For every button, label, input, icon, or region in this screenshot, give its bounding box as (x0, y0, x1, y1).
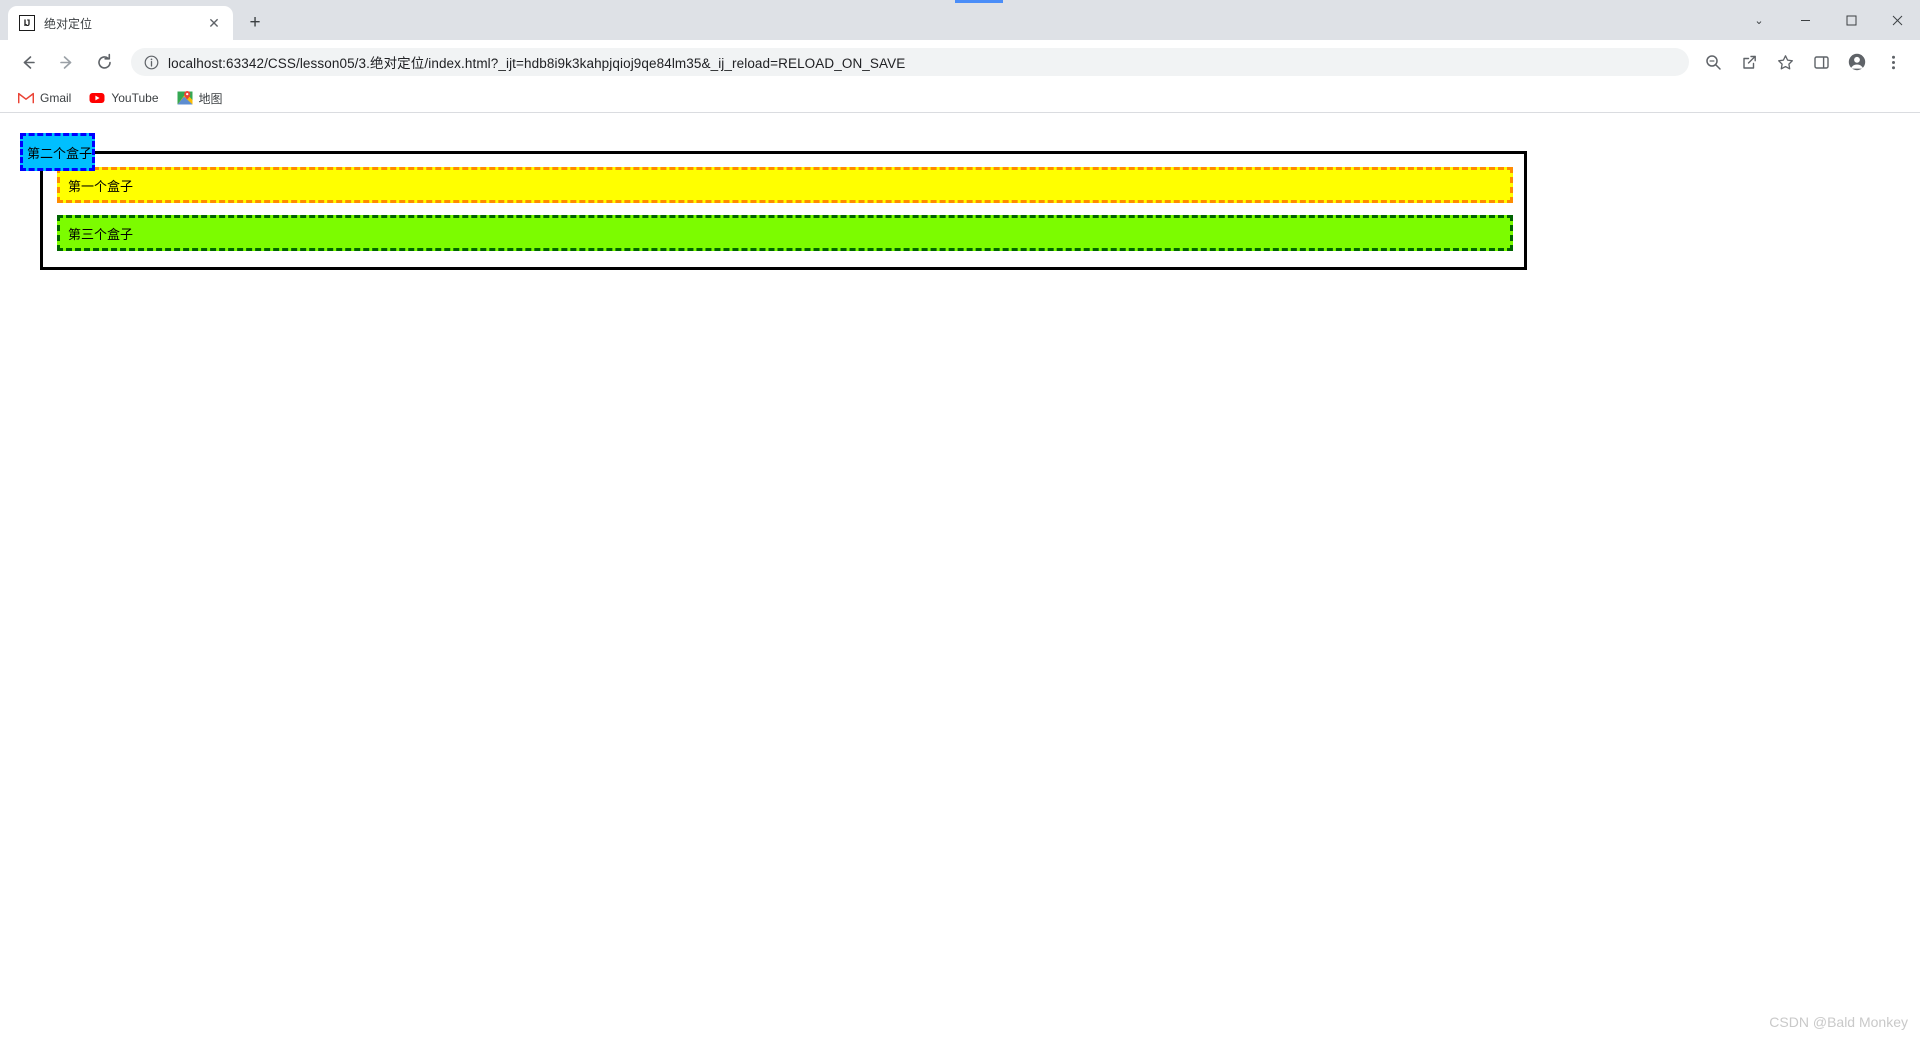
google-maps-icon (177, 90, 193, 106)
tab-strip: IJ 绝对定位 ✕ + ⌄ (0, 0, 1920, 40)
window-top-accent (955, 0, 1003, 3)
browser-toolbar: localhost:63342/CSS/lesson05/3.绝对定位/inde… (0, 40, 1920, 84)
maximize-button[interactable] (1828, 4, 1874, 36)
browser-tab[interactable]: IJ 绝对定位 ✕ (8, 6, 233, 40)
box-second-label: 第二个盒子 (27, 145, 93, 161)
kebab-menu-icon (1891, 55, 1895, 69)
bookmark-star-icon[interactable] (1771, 48, 1799, 76)
maximize-icon (1846, 15, 1856, 25)
side-panel-icon[interactable] (1807, 48, 1835, 76)
box-third: 第三个盒子 (57, 215, 1513, 251)
box-first-label: 第一个盒子 (68, 178, 134, 194)
forward-arrow-icon (59, 55, 71, 69)
new-tab-button[interactable]: + (241, 9, 269, 37)
tab-title: 绝对定位 (44, 16, 93, 31)
profile-avatar-icon[interactable] (1843, 48, 1871, 76)
bookmark-youtube[interactable]: YouTube (81, 86, 166, 110)
chevron-down-icon[interactable]: ⌄ (1736, 4, 1782, 36)
window-controls: ⌄ (1736, 0, 1920, 40)
watermark: CSDN @Bald Monkey (1769, 1014, 1908, 1030)
bookmarks-bar: Gmail YouTube 地图 (0, 84, 1920, 113)
gmail-envelope-icon (18, 92, 34, 104)
page-viewport: 第一个盒子 第三个盒子 第二个盒子 CSDN @Bald Monkey (0, 113, 1920, 1040)
browser-window: IJ 绝对定位 ✕ + ⌄ localhost:63342/CSS/lesson… (0, 0, 1920, 1040)
youtube-icon (89, 90, 105, 106)
intellij-idea-icon: IJ (18, 15, 35, 32)
address-bar[interactable]: localhost:63342/CSS/lesson05/3.绝对定位/inde… (131, 48, 1689, 76)
outer-container: 第一个盒子 第三个盒子 (40, 151, 1527, 270)
close-icon[interactable]: ✕ (205, 14, 223, 32)
bookmark-maps[interactable]: 地图 (169, 86, 231, 110)
gmail-icon (18, 90, 34, 106)
youtube-play-icon (89, 93, 105, 103)
avatar-icon (1848, 53, 1866, 71)
reload-icon (97, 53, 111, 69)
forward-button[interactable] (52, 48, 80, 76)
maps-pin-icon (177, 91, 192, 105)
bookmark-label: YouTube (111, 91, 159, 105)
box-third-label: 第三个盒子 (68, 226, 134, 242)
minimize-button[interactable] (1782, 4, 1828, 36)
magnifier-icon (1705, 54, 1721, 70)
panel-icon (1813, 55, 1829, 69)
bookmark-label: 地图 (198, 91, 223, 106)
box-first: 第一个盒子 (57, 167, 1513, 203)
back-arrow-icon (23, 55, 35, 69)
close-icon (1892, 15, 1902, 25)
site-info-icon[interactable] (143, 54, 159, 70)
chrome-menu-icon[interactable] (1879, 48, 1907, 76)
star-icon (1777, 54, 1793, 69)
url-text: localhost:63342/CSS/lesson05/3.绝对定位/inde… (168, 56, 906, 71)
minimize-icon (1800, 19, 1810, 21)
info-circle-icon (144, 55, 158, 69)
box-second: 第二个盒子 (20, 133, 95, 171)
reload-button[interactable] (90, 48, 118, 76)
zoom-icon[interactable] (1699, 48, 1727, 76)
bookmark-gmail[interactable]: Gmail (10, 86, 79, 110)
toolbar-right-icons (1695, 48, 1911, 76)
intellij-idea-glyph: IJ (18, 15, 35, 31)
bookmark-label: Gmail (40, 91, 72, 105)
window-close-button[interactable] (1874, 4, 1920, 36)
back-button[interactable] (14, 48, 42, 76)
share-box-icon (1742, 55, 1756, 69)
share-icon[interactable] (1735, 48, 1763, 76)
